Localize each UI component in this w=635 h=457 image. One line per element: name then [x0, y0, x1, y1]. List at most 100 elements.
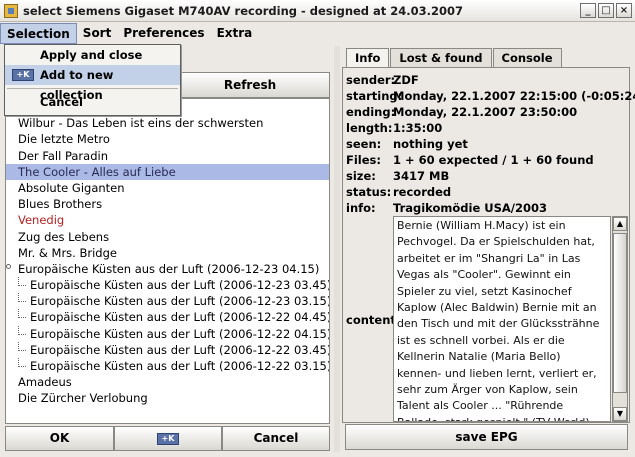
info-panel: sender:ZDF starting:Monday, 22.1.2007 22:…	[342, 67, 635, 423]
info-field-key: info:	[346, 201, 376, 215]
info-field-key: ending:	[346, 105, 396, 119]
info-field-value: Tragikomödie USA/2003	[393, 201, 548, 215]
add-collection-icon: +K	[12, 69, 34, 81]
list-item[interactable]: Zug des Lebens	[6, 229, 329, 245]
info-field: info: Tragikomödie USA/2003	[346, 200, 547, 216]
info-field-value: nothing yet	[393, 137, 468, 151]
save-epg-button[interactable]: save EPG	[345, 424, 628, 450]
info-field: starting:Monday, 22.1.2007 22:15:00 (-0:…	[346, 88, 635, 104]
cancel-button[interactable]: Cancel	[222, 426, 330, 451]
tab-info[interactable]: Info	[346, 48, 390, 69]
content-scrollbar[interactable]: ▲ ▼	[612, 216, 628, 422]
info-field-key: status:	[346, 185, 392, 199]
scroll-thumb[interactable]	[613, 233, 627, 393]
info-field-value: 1 + 60 expected / 1 + 60 found	[393, 153, 594, 167]
tree-line-icon	[18, 325, 26, 335]
tree-line-icon	[18, 293, 26, 303]
list-item-label: Europäische Küsten aus der Luft (2006-12…	[30, 342, 330, 357]
tree-line-icon	[18, 309, 26, 319]
list-item[interactable]: Wilbur - Das Leben ist eins der schwerst…	[6, 115, 329, 131]
list-item[interactable]: Blues Brothers	[6, 196, 329, 212]
info-field-key: Files:	[346, 153, 381, 167]
info-field: seen: nothing yet	[346, 136, 468, 152]
info-field-value: ZDF	[393, 73, 419, 87]
info-field-value: 3417 MB	[393, 169, 450, 183]
info-field-key: sender:	[346, 73, 396, 87]
info-field-value: Monday, 22.1.2007 22:15:00 (-0:05:24)	[393, 89, 635, 103]
info-field-key: length:	[346, 121, 393, 135]
menu-extra[interactable]: Extra	[211, 23, 259, 44]
list-item[interactable]: The Cooler - Alles auf Liebe	[6, 163, 329, 180]
ok-button[interactable]: OK	[5, 426, 114, 451]
close-button[interactable]: ×	[616, 3, 632, 18]
list-item[interactable]: Europäische Küsten aus der Luft (2006-12…	[6, 293, 329, 309]
list-item[interactable]: Absolute Giganten	[6, 180, 329, 196]
title-bar: select Siemens Gigaset M740AV recording …	[0, 0, 635, 22]
info-field-value: Monday, 22.1.2007 23:50:00	[393, 105, 578, 119]
info-field: ending:Monday, 22.1.2007 23:50:00	[346, 104, 577, 120]
info-field: size: 3417 MB	[346, 168, 449, 184]
list-item[interactable]: Europäische Küsten aus der Luft (2006-12…	[6, 325, 330, 342]
info-field-key: size:	[346, 169, 376, 183]
tree-line-icon	[18, 358, 26, 367]
list-item-label: Die Zürcher Verlobung	[18, 391, 148, 406]
list-item[interactable]: Europäische Küsten aus der Luft (2006-12…	[6, 277, 329, 293]
list-item[interactable]: Mr. & Mrs. Bridge	[6, 245, 329, 261]
split-pane-divider[interactable]	[334, 46, 340, 452]
menu-preferences[interactable]: Preferences	[117, 23, 210, 44]
list-item-label: Der Fall Paradin	[18, 148, 108, 163]
list-item[interactable]: Europäische Küsten aus der Luft (2006-12…	[6, 341, 330, 358]
list-item-label: Europäische Küsten aus der Luft (2006-12…	[30, 326, 330, 341]
info-field-key: starting:	[346, 89, 403, 103]
add-collection-button[interactable]: +K	[114, 426, 222, 451]
tab-console[interactable]: Console	[492, 48, 562, 68]
info-field: Files: 1 + 60 expected / 1 + 60 found	[346, 152, 594, 168]
info-field: length:1:35:00	[346, 120, 442, 136]
scroll-down-icon[interactable]: ▼	[613, 407, 627, 421]
minimize-button[interactable]: _	[580, 3, 596, 18]
list-item-label: Europäische Küsten aus der Luft (2006-12…	[18, 261, 320, 276]
list-item-label: The Cooler - Alles auf Liebe	[18, 164, 176, 179]
menu-sort[interactable]: Sort	[77, 23, 118, 44]
tab-bar: Info Lost & found Console	[346, 48, 563, 69]
content-text[interactable]: Bernie (William H.Macy) ist ein Pechvoge…	[393, 216, 611, 422]
list-item-label: Venedig	[18, 213, 65, 228]
tree-line-icon	[18, 341, 26, 351]
list-item[interactable]: Venedig	[6, 212, 329, 228]
left-button-bar: OK +K Cancel	[5, 426, 330, 451]
list-item[interactable]: Europäische Küsten aus der Luft (2006-12…	[6, 358, 329, 374]
menu-item-apply-and-close[interactable]: Apply and close	[5, 45, 180, 65]
tab-lost-and-found[interactable]: Lost & found	[390, 48, 492, 68]
list-item-label: Wilbur - Das Leben ist eins der schwerst…	[18, 116, 264, 131]
list-item-label: Blues Brothers	[18, 197, 103, 212]
list-item-label: Europäische Küsten aus der Luft (2006-12…	[30, 294, 330, 309]
list-item[interactable]: Die letzte Metro	[6, 131, 329, 147]
list-item[interactable]: Europäische Küsten aus der Luft (2006-12…	[6, 261, 329, 277]
window-controls: _ □ ×	[580, 3, 632, 18]
info-field-value: 1:35:00	[393, 121, 443, 135]
list-item-label: Mr. & Mrs. Bridge	[18, 245, 117, 260]
menu-bar: Selection Sort Preferences Extra	[0, 22, 635, 44]
info-field-value: recorded	[393, 185, 452, 199]
list-item[interactable]: Europäische Küsten aus der Luft (2006-12…	[6, 309, 329, 325]
refresh-button[interactable]: Refresh	[170, 72, 330, 98]
menu-selection[interactable]: Selection	[0, 22, 77, 44]
add-collection-icon: +K	[157, 432, 179, 445]
list-item-label: Zug des Lebens	[18, 229, 110, 244]
list-item[interactable]: Die Zürcher Verlobung	[6, 390, 329, 406]
list-item-label: Absolute Giganten	[18, 180, 125, 195]
maximize-button[interactable]: □	[598, 3, 614, 18]
tree-expand-icon[interactable]	[6, 263, 11, 269]
app-icon	[4, 3, 18, 18]
list-item[interactable]: Amadeus	[6, 374, 329, 390]
list-item-label: Europäische Küsten aus der Luft (2006-12…	[30, 359, 330, 373]
info-field: sender:ZDF	[346, 72, 419, 88]
tree-line-icon	[18, 277, 26, 287]
recording-list[interactable]: Spur der SteineWilbur - Das Leben ist ei…	[5, 98, 330, 424]
list-item-label: Europäische Küsten aus der Luft (2006-12…	[30, 278, 330, 293]
list-item[interactable]: Der Fall Paradin	[6, 148, 329, 164]
menu-item-add-to-new-collection[interactable]: +K Add to new collection	[5, 65, 180, 102]
menu-item-cancel[interactable]: Cancel	[5, 92, 180, 112]
scroll-up-icon[interactable]: ▲	[613, 217, 627, 231]
list-item-label: Amadeus	[18, 375, 72, 390]
